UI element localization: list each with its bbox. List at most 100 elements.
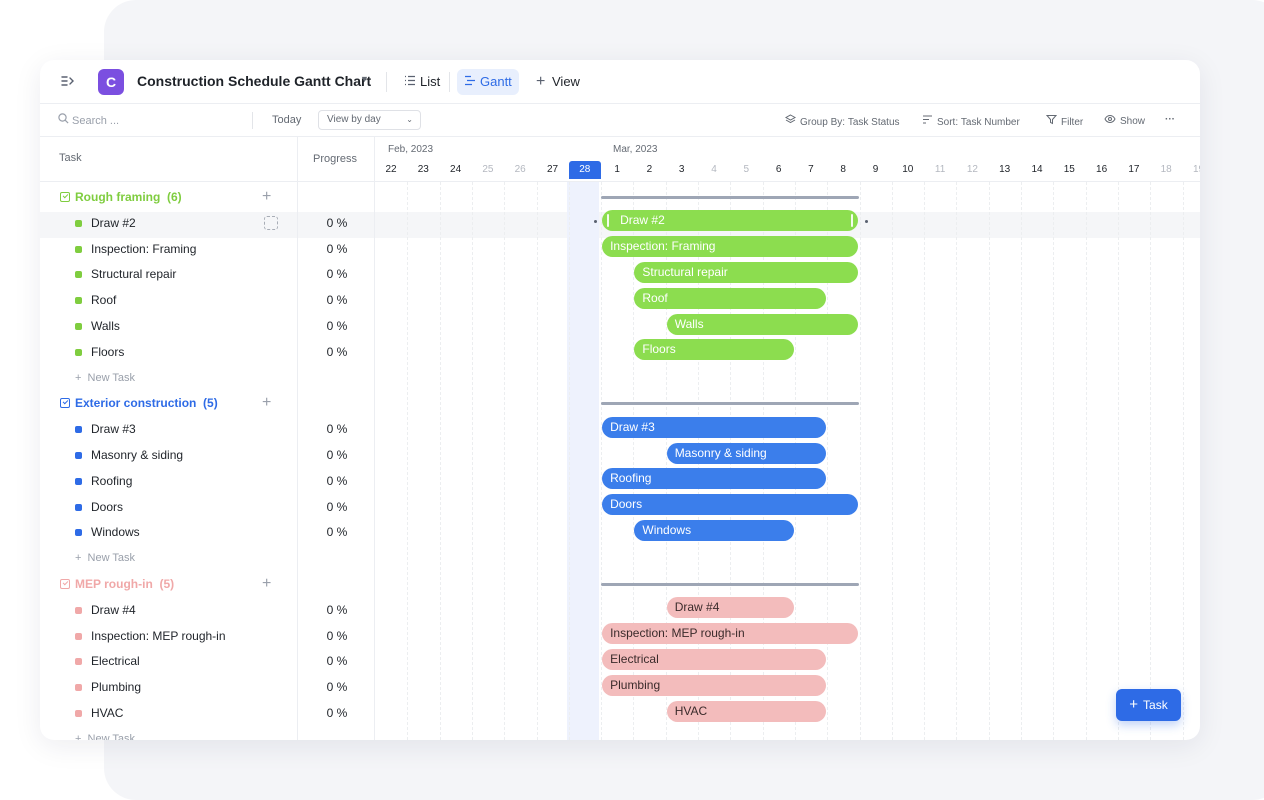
add-view-button[interactable]: + View xyxy=(530,69,586,95)
group-summary-bar[interactable] xyxy=(601,402,860,406)
group-row[interactable]: Exterior construction (5) + xyxy=(40,390,298,416)
task-bar[interactable]: Inspection: Framing xyxy=(602,236,859,258)
task-bar-label: Inspection: Framing xyxy=(610,239,716,254)
group-row[interactable]: Rough framing (6) + xyxy=(40,184,298,210)
task-row[interactable]: Roof xyxy=(40,287,298,313)
group-summary-bar[interactable] xyxy=(601,583,860,586)
task-row[interactable]: Structural repair xyxy=(40,261,298,287)
add-task-in-group-icon[interactable]: + xyxy=(262,184,271,210)
app-logo: C xyxy=(98,69,124,95)
task-row[interactable]: Roofing xyxy=(40,468,298,494)
sidebar-toggle-icon[interactable] xyxy=(60,73,80,91)
tab-gantt[interactable]: Gantt xyxy=(457,69,519,95)
collapse-toggle-icon[interactable] xyxy=(60,579,70,589)
task-name[interactable]: Roof xyxy=(91,287,116,313)
progress-column-header[interactable]: Progress xyxy=(298,137,375,182)
group-summary-bar[interactable] xyxy=(601,196,860,199)
task-bar[interactable]: Draw #2 xyxy=(602,210,859,232)
add-task-button[interactable]: + Task xyxy=(1116,689,1181,721)
tab-list[interactable]: List xyxy=(396,69,448,95)
add-task-in-group-icon[interactable]: + xyxy=(262,571,271,597)
day-gridline xyxy=(1053,182,1055,740)
filter-button[interactable]: Filter xyxy=(1045,114,1083,128)
day-gridline xyxy=(891,182,893,740)
task-column-header[interactable]: Task xyxy=(40,137,298,182)
task-bar[interactable]: Roof xyxy=(634,287,827,309)
filter-icon xyxy=(1045,114,1058,128)
more-options-icon[interactable]: ··· xyxy=(1165,114,1175,125)
new-task-row[interactable]: + New Task xyxy=(40,545,298,571)
collapse-toggle-icon[interactable] xyxy=(60,398,70,409)
task-row[interactable]: Plumbing xyxy=(40,674,298,700)
group-by-button[interactable]: Group By: Task Status xyxy=(784,114,900,128)
chevron-down-icon[interactable]: ▼ xyxy=(360,74,369,84)
task-bar[interactable]: Roofing xyxy=(602,468,827,490)
task-row[interactable]: Electrical xyxy=(40,648,298,674)
task-row[interactable]: Windows xyxy=(40,519,298,545)
task-row[interactable]: Inspection: MEP rough-in xyxy=(40,623,298,649)
task-bar[interactable]: Draw #4 xyxy=(666,597,794,619)
task-row[interactable]: Inspection: Framing xyxy=(40,236,298,262)
task-row[interactable]: Draw #3 xyxy=(40,416,298,442)
task-bar[interactable]: Walls xyxy=(666,313,859,335)
group-row[interactable]: MEP rough-in (5) + xyxy=(40,571,298,597)
status-dot xyxy=(75,452,82,459)
task-name[interactable]: Draw #3 xyxy=(91,416,136,442)
task-name[interactable]: Structural repair xyxy=(91,261,176,287)
task-name[interactable]: Draw #2 xyxy=(91,210,136,236)
plus-icon: + xyxy=(536,73,546,90)
task-name[interactable]: Electrical xyxy=(91,648,140,674)
task-bar[interactable]: Floors xyxy=(634,339,794,361)
status-dot xyxy=(75,529,82,537)
day-gridline xyxy=(1117,182,1119,740)
task-name[interactable]: Walls xyxy=(91,313,120,339)
day-header-8: 8 xyxy=(840,164,846,175)
new-task-row[interactable]: + New Task xyxy=(40,726,298,740)
task-row[interactable]: Draw #2 xyxy=(40,210,298,236)
task-bar[interactable]: Doors xyxy=(602,494,859,516)
group-label: Exterior construction (5) xyxy=(75,396,218,411)
task-bar[interactable]: Plumbing xyxy=(602,674,827,696)
page-title[interactable]: Construction Schedule Gantt Chart xyxy=(137,73,371,89)
layers-icon xyxy=(784,114,797,128)
task-bar[interactable]: Structural repair xyxy=(634,261,859,283)
resize-handle-left[interactable] xyxy=(607,214,610,228)
dependency-handle-right[interactable] xyxy=(864,219,868,223)
task-name[interactable]: Plumbing xyxy=(91,674,141,700)
task-name[interactable]: Windows xyxy=(91,519,140,545)
task-row[interactable]: Floors xyxy=(40,339,298,365)
add-task-in-group-icon[interactable]: + xyxy=(262,390,271,416)
search-input[interactable]: Search ... xyxy=(58,113,119,127)
task-bar[interactable]: Inspection: MEP rough-in xyxy=(602,623,859,645)
task-name[interactable]: Draw #4 xyxy=(91,597,136,623)
task-bar[interactable]: Windows xyxy=(634,519,794,541)
resize-handle-right[interactable] xyxy=(851,214,854,228)
task-row[interactable]: Walls xyxy=(40,313,298,339)
collapse-toggle-icon[interactable] xyxy=(60,192,70,202)
task-name[interactable]: Masonry & siding xyxy=(91,442,183,468)
task-bar[interactable]: Masonry & siding xyxy=(666,442,827,464)
task-bar[interactable]: HVAC xyxy=(666,700,827,722)
task-bar[interactable]: Electrical xyxy=(602,648,827,670)
task-row[interactable]: Draw #4 xyxy=(40,597,298,623)
view-by-select[interactable]: View by day ⌄ xyxy=(318,110,421,130)
task-row[interactable]: HVAC xyxy=(40,700,298,726)
dependency-handle-left[interactable] xyxy=(594,219,598,223)
task-name[interactable]: Inspection: Framing xyxy=(91,236,196,262)
task-bar[interactable]: Draw #3 xyxy=(602,416,827,438)
today-button[interactable]: Today xyxy=(272,114,301,126)
task-name[interactable]: Inspection: MEP rough-in xyxy=(91,623,226,649)
task-name[interactable]: Roofing xyxy=(91,468,132,494)
search-placeholder: Search ... xyxy=(72,115,120,127)
task-row[interactable]: Doors xyxy=(40,494,298,520)
sort-button[interactable]: Sort: Task Number xyxy=(922,114,1020,128)
task-name[interactable]: HVAC xyxy=(91,700,123,726)
show-button[interactable]: Show xyxy=(1104,114,1145,127)
task-row[interactable]: Masonry & siding xyxy=(40,442,298,468)
divider xyxy=(252,112,253,129)
focus-icon[interactable] xyxy=(264,215,278,230)
day-header-1: 1 xyxy=(614,164,620,175)
task-name[interactable]: Doors xyxy=(91,494,123,520)
new-task-row[interactable]: + New Task xyxy=(40,365,298,391)
task-name[interactable]: Floors xyxy=(91,339,124,365)
